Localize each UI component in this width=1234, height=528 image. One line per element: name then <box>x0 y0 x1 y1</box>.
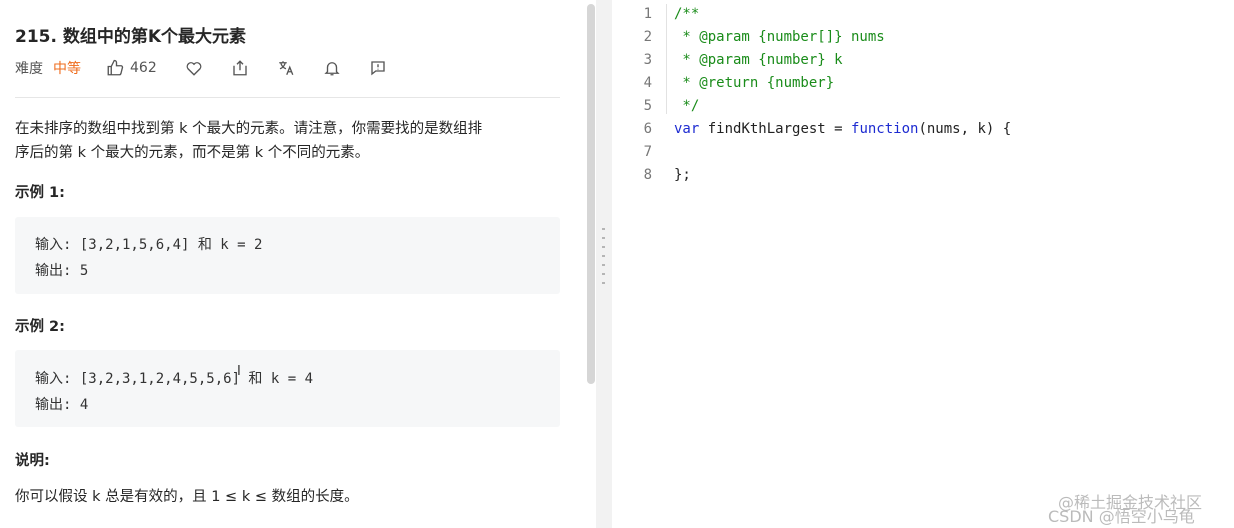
comment-icon <box>371 61 385 76</box>
editor-line: 7 <box>612 141 1234 164</box>
heart-icon <box>186 62 202 76</box>
panel-resize-handle[interactable] <box>596 0 612 528</box>
line-number: 5 <box>643 98 652 114</box>
difficulty-badge: 中等 <box>53 61 81 77</box>
code-text: /** <box>674 6 700 22</box>
function-params: (nums, k) { <box>918 121 1012 137</box>
note-heading: 说明: <box>15 453 50 469</box>
editor-line: 6 var findKthLargest = function(nums, k)… <box>612 118 1234 141</box>
translate-button[interactable] <box>277 59 295 77</box>
editor-line: 4 * @return {number} <box>612 72 1234 95</box>
share-icon <box>233 60 247 76</box>
line-number: 8 <box>643 167 652 183</box>
keyword-var: var <box>674 121 700 137</box>
code-editor[interactable]: 1 /** 2 * @param {number[]} nums 3 * @pa… <box>612 0 1234 528</box>
example-2-heading: 示例 2: <box>15 319 65 335</box>
editor-line: 1 /** <box>612 3 1234 26</box>
keyword-function: function <box>851 121 919 137</box>
code-text: var findKthLargest = function(nums, k) { <box>674 118 1011 141</box>
like-button[interactable]: 462 <box>106 59 157 77</box>
code-text: }; <box>674 167 691 183</box>
problem-description: 在未排序的数组中找到第 k 个最大的元素。请注意，你需要找的是数组排 序后的第 … <box>15 117 560 165</box>
description-line: 序后的第 k 个最大的元素，而不是第 k 个不同的元素。 <box>15 145 370 161</box>
example-1-heading: 示例 1: <box>15 185 65 201</box>
example-2-output: 输出: 4 <box>35 397 89 413</box>
feedback-button[interactable] <box>369 59 387 77</box>
problem-meta-bar: 难度 中等 462 <box>15 58 387 78</box>
code-text: */ <box>674 98 700 114</box>
example-1-output: 输出: 5 <box>35 263 89 279</box>
share-button[interactable] <box>231 59 249 77</box>
line-number: 6 <box>643 121 652 137</box>
example-2-block: 输入: [3,2,3,1,2,4,5,5,6] 和 k = 4 输出: 4 I <box>15 350 560 427</box>
code-text: * @param {number} k <box>674 52 843 68</box>
divider <box>15 97 560 98</box>
text-cursor-icon: I <box>237 364 241 379</box>
line-number: 2 <box>643 29 652 45</box>
drag-handle-icon <box>602 228 605 288</box>
bell-icon <box>324 62 340 76</box>
description-line: 在未排序的数组中找到第 k 个最大的元素。请注意，你需要找的是数组排 <box>15 121 483 137</box>
editor-line: 2 * @param {number[]} nums <box>612 26 1234 49</box>
example-1-input: 输入: [3,2,1,5,6,4] 和 k = 2 <box>35 237 263 253</box>
note-text: 你可以假设 k 总是有效的，且 1 ≤ k ≤ 数组的长度。 <box>15 489 359 505</box>
editor-line: 8 }; <box>612 164 1234 187</box>
problem-title: 215. 数组中的第K个最大元素 <box>15 27 247 47</box>
editor-line: 3 * @param {number} k <box>612 49 1234 72</box>
code-text: * @return {number} <box>674 75 835 91</box>
code-text: * @param {number[]} nums <box>674 29 885 45</box>
favorite-button[interactable] <box>185 59 203 77</box>
function-name: findKthLargest = <box>699 121 852 137</box>
watermark-csdn: CSDN @悟空小乌龟 <box>1048 507 1195 526</box>
subscribe-button[interactable] <box>323 59 341 77</box>
thumbs-up-icon <box>107 59 124 76</box>
problem-scrollbar[interactable] <box>587 4 595 384</box>
difficulty-label: 难度 <box>15 61 43 77</box>
problem-panel: 215. 数组中的第K个最大元素 难度 中等 462 在未排序的数组中找到第 k… <box>0 0 584 528</box>
like-count: 462 <box>130 60 157 76</box>
line-number: 3 <box>643 52 652 68</box>
line-number: 7 <box>643 144 652 160</box>
editor-line: 5 */ <box>612 95 1234 118</box>
example-2-input: 输入: [3,2,3,1,2,4,5,5,6] 和 k = 4 <box>35 371 314 387</box>
line-number: 4 <box>643 75 652 91</box>
line-number: 1 <box>643 6 652 22</box>
translate-icon <box>278 61 294 76</box>
example-1-block: 输入: [3,2,1,5,6,4] 和 k = 2 输出: 5 <box>15 217 560 294</box>
